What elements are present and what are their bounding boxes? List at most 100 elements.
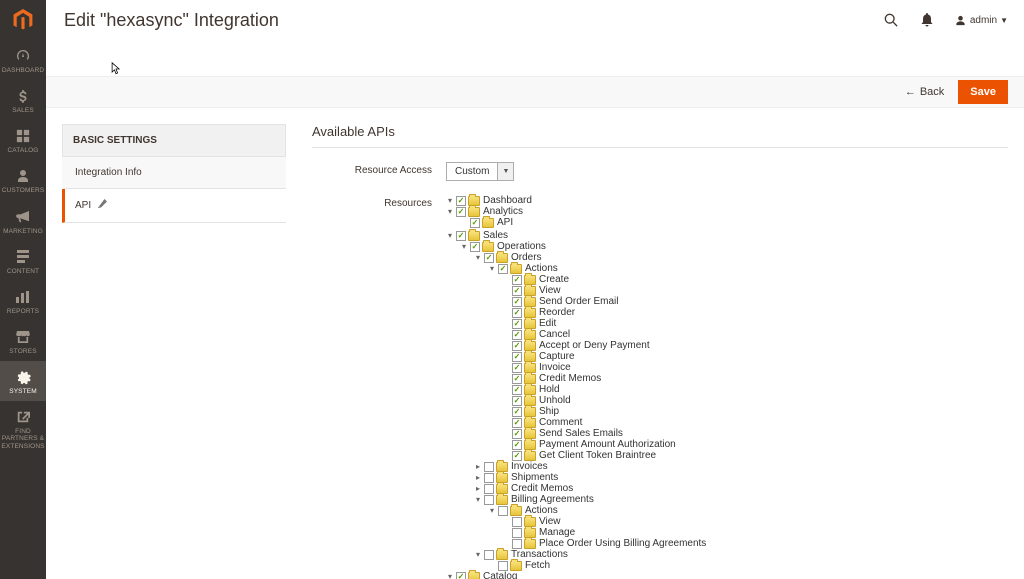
tree-checkbox[interactable] (484, 484, 494, 494)
tree-expander-icon[interactable]: ▾ (474, 496, 482, 504)
tree-checkbox[interactable] (512, 539, 522, 549)
tree-checkbox[interactable] (512, 341, 522, 351)
tree-checkbox[interactable] (512, 330, 522, 340)
tree-checkbox[interactable] (456, 196, 466, 206)
tree-node[interactable]: ▾Actions (488, 506, 558, 516)
nav-system[interactable]: SYSTEM (0, 361, 46, 401)
tree-node-label: Capture (539, 352, 575, 362)
tree-expander-icon[interactable]: ▾ (446, 573, 454, 579)
tree-node[interactable]: ▸Send Sales Emails (502, 429, 623, 439)
tree-node[interactable]: ▸Cancel (502, 330, 570, 340)
tree-checkbox[interactable] (512, 418, 522, 428)
tree-node[interactable]: ▸Get Client Token Braintree (502, 451, 656, 461)
tree-node[interactable]: ▸Fetch (488, 561, 550, 571)
nav-sales[interactable]: SALES (0, 80, 46, 120)
nav-customers[interactable]: CUSTOMERS (0, 160, 46, 200)
nav-catalog[interactable]: CATALOG (0, 120, 46, 160)
tree-node[interactable]: ▾ Dashboard (446, 196, 532, 206)
folder-icon (510, 506, 522, 516)
tree-expander-icon[interactable]: ▾ (474, 254, 482, 262)
tree-checkbox[interactable] (512, 385, 522, 395)
folder-icon (510, 264, 522, 274)
tab-integration-info[interactable]: Integration Info (62, 157, 286, 189)
tree-expander-icon[interactable]: ▾ (446, 232, 454, 240)
tree-node[interactable]: ▾Orders (474, 253, 542, 263)
tree-checkbox[interactable] (512, 440, 522, 450)
tree-expander-icon[interactable]: ▾ (474, 551, 482, 559)
tree-node[interactable]: ▸Manage (502, 528, 575, 538)
tree-node[interactable]: ▸Place Order Using Billing Agreements (502, 539, 706, 549)
save-button[interactable]: Save (958, 80, 1008, 104)
tree-checkbox[interactable] (512, 396, 522, 406)
tree-checkbox[interactable] (512, 528, 522, 538)
nav-content[interactable]: CONTENT (0, 241, 46, 281)
tree-node[interactable]: ▸Send Order Email (502, 297, 618, 307)
back-button[interactable]: ← Back (905, 86, 944, 98)
tree-node[interactable]: ▾Actions (488, 264, 558, 274)
nav-marketing[interactable]: MARKETING (0, 201, 46, 241)
tree-checkbox[interactable] (512, 308, 522, 318)
tree-checkbox[interactable] (498, 561, 508, 571)
tree-checkbox[interactable] (484, 495, 494, 505)
tree-expander-icon[interactable]: ▸ (474, 485, 482, 493)
tree-node[interactable]: ▸Invoice (502, 363, 571, 373)
tree-checkbox[interactable] (484, 473, 494, 483)
tree-checkbox[interactable] (498, 264, 508, 274)
tree-node[interactable]: API (460, 218, 513, 228)
tree-checkbox[interactable] (456, 572, 466, 579)
tree-node-label: Invoices (511, 462, 548, 472)
tree-node[interactable]: ▸ Invoices (474, 462, 548, 472)
tab-api[interactable]: API (62, 189, 286, 223)
tree-node[interactable]: ▸Create (502, 275, 569, 285)
tree-node[interactable]: ▸Capture (502, 352, 575, 362)
tree-expander-icon[interactable]: ▾ (446, 197, 454, 205)
tree-expander-icon[interactable]: ▸ (474, 474, 482, 482)
tree-node[interactable]: ▾Sales (446, 231, 508, 241)
tree-expander-icon[interactable]: ▾ (460, 243, 468, 251)
nav-dashboard[interactable]: DASHBOARD (0, 40, 46, 80)
api-panel: Available APIs Resource Access Custom ▼ … (312, 124, 1008, 579)
tree-node[interactable]: ▸Credit Memos (474, 484, 573, 494)
tree-node[interactable]: ▸Shipments (474, 473, 558, 483)
tree-node[interactable]: ▸Unhold (502, 396, 571, 406)
tree-node[interactable]: ▸Reorder (502, 308, 575, 318)
tree-checkbox[interactable] (512, 319, 522, 329)
tree-node[interactable]: ▾Billing Agreements (474, 495, 594, 505)
resource-access-select[interactable]: Custom ▼ (446, 162, 514, 181)
tree-node[interactable]: ▸Comment (502, 418, 582, 428)
nav-reports[interactable]: REPORTS (0, 281, 46, 321)
tree-checkbox[interactable] (512, 286, 522, 296)
magento-logo[interactable] (0, 0, 46, 40)
tree-checkbox[interactable] (470, 242, 480, 252)
tree-checkbox[interactable] (512, 352, 522, 362)
admin-account-menu[interactable]: admin ▼ (955, 15, 1008, 26)
nav-partners[interactable]: FIND PARTNERS & EXTENSIONS (0, 401, 46, 455)
tree-expander-icon[interactable]: ▾ (488, 507, 496, 515)
tree-expander-icon[interactable]: ▾ (446, 208, 454, 216)
tree-checkbox[interactable] (484, 253, 494, 263)
tree-checkbox[interactable] (456, 207, 466, 217)
tree-checkbox[interactable] (470, 218, 480, 228)
tree-checkbox[interactable] (512, 429, 522, 439)
tree-checkbox[interactable] (512, 297, 522, 307)
tree-checkbox[interactable] (512, 275, 522, 285)
tree-checkbox[interactable] (498, 506, 508, 516)
tree-node[interactable]: ▾Transactions (474, 550, 568, 560)
tree-checkbox[interactable] (512, 517, 522, 527)
tree-checkbox[interactable] (456, 231, 466, 241)
tree-expander-icon[interactable]: ▾ (488, 265, 496, 273)
tree-expander-icon[interactable]: ▸ (474, 463, 482, 471)
tree-checkbox[interactable] (512, 374, 522, 384)
tree-node[interactable]: ▾ Catalog (446, 572, 517, 579)
tree-checkbox[interactable] (512, 451, 522, 461)
tree-checkbox[interactable] (484, 462, 494, 472)
nav-stores[interactable]: STORES (0, 321, 46, 361)
tree-checkbox[interactable] (512, 407, 522, 417)
tree-node[interactable]: ▸Credit Memos (502, 374, 601, 384)
tree-checkbox[interactable] (484, 550, 494, 560)
notifications-icon[interactable] (919, 12, 935, 28)
tree-node-label: Catalog (483, 572, 517, 579)
search-icon[interactable] (883, 12, 899, 28)
tree-node-label: Dashboard (483, 196, 532, 206)
tree-checkbox[interactable] (512, 363, 522, 373)
